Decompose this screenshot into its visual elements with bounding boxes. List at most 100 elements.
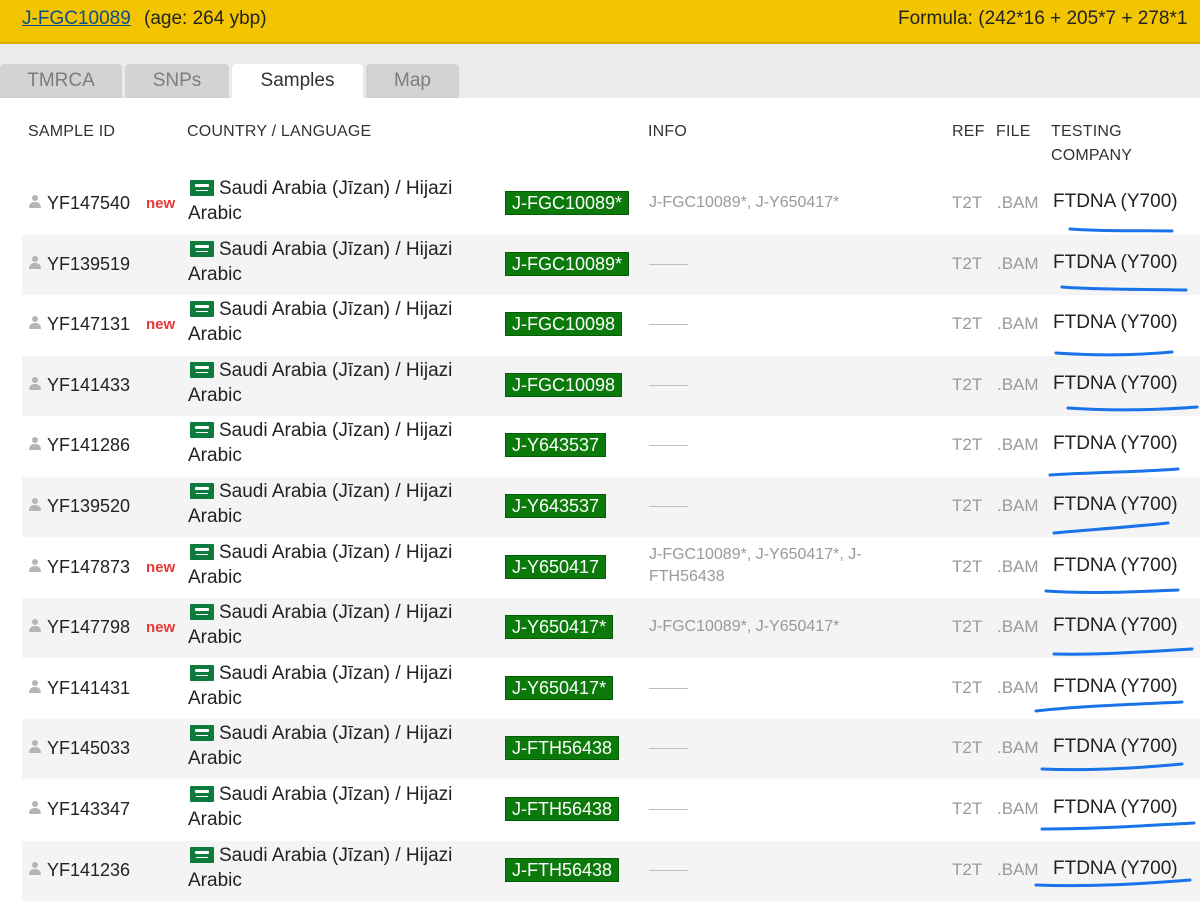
file-type[interactable]: .BAM [997,496,1039,516]
file-type[interactable]: .BAM [997,617,1039,637]
tab-samples[interactable]: Samples [232,64,363,98]
person-icon [28,679,42,694]
snp-badge[interactable]: J-FGC10089* [505,191,630,215]
testing-company: FTDNA (Y700) [1053,372,1178,394]
snp-badge[interactable]: J-FTH56438 [505,736,620,761]
table-row[interactable]: YF145033 Saudi Arabia (Jīzan) / Hijazi Ara… [22,719,1200,780]
reference-genome: T2T [952,617,983,637]
table-row[interactable]: YF141286 Saudi Arabia (Jīzan) / Hijazi Ara… [22,416,1200,477]
sample-id[interactable]: YF141431 [47,678,130,699]
new-badge: new [146,195,176,212]
saudi-arabia-flag-icon [190,543,214,560]
header-sample-id[interactable]: SAMPLE ID [28,120,115,144]
snp-badge[interactable]: J-FGC10098 [505,312,623,337]
testing-company: FTDNA (Y700) [1053,251,1178,273]
file-type[interactable]: .BAM [997,435,1039,455]
testing-company: FTDNA (Y700) [1053,797,1178,818]
sample-id[interactable]: YF147873 [47,557,130,578]
country-region: Saudi Arabia (Jīzan) / Hijazi [219,359,453,381]
sample-id[interactable]: YF145033 [47,738,130,759]
reference-genome: T2T [952,496,983,515]
age-formula: Formula: (242*16 + 205*7 + 278*1 [898,8,1188,29]
file-type[interactable]: .BAM [997,738,1039,758]
sample-id[interactable]: YF139520 [47,496,130,517]
table-row[interactable]: YF141236 Saudi Arabia (Jīzan) / Hijazi Ara… [22,840,1200,901]
table-row[interactable]: YF143347 Saudi Arabia (Jīzan) / Hijazi Ara… [22,780,1200,840]
country-region: Saudi Arabia (Jīzan) / Hijazi [219,299,453,321]
snp-badge[interactable]: J-FGC10098 [505,372,623,397]
info-text: J-FGC10089*, J-Y650417*, J-FTH56438 [649,545,862,585]
saudi-arabia-flag-icon [190,301,214,318]
language: Arabic [188,324,242,346]
person-icon [28,255,42,270]
table-row[interactable]: YF141433 Saudi Arabia (Jīzan) / Hijazi Ara… [22,355,1200,416]
country-region: Saudi Arabia (Jīzan) / Hijazi [219,420,453,442]
empty-info-dash [649,384,688,386]
person-icon [28,498,42,512]
new-badge: new [146,316,176,334]
tab-tmrca[interactable]: TMRCA [0,64,122,98]
sample-id[interactable]: YF147540 [47,193,130,214]
file-type[interactable]: .BAM [997,678,1039,698]
sample-id[interactable]: YF143347 [47,799,130,820]
file-type[interactable]: .BAM [997,314,1039,334]
testing-company: FTDNA (Y700) [1053,736,1178,758]
sample-id[interactable]: YF141236 [47,860,130,881]
saudi-arabia-flag-icon [190,422,214,439]
snp-badge[interactable]: J-Y643537 [505,494,607,518]
table-row[interactable]: YF147873 new Saudi Arabia (Jīzan) / Hijazi… [22,537,1200,598]
snp-badge[interactable]: J-Y650417* [505,675,614,700]
header-company-line2[interactable]: COMPANY [1051,144,1132,168]
empty-info-dash [649,809,688,810]
table-row[interactable]: YF147131 new Saudi Arabia (Jīzan) / Hijazi… [22,295,1200,356]
header-file: FILE [996,123,1031,140]
testing-company: FTDNA (Y700) [1053,312,1178,334]
table-row[interactable]: YF139519 Saudi Arabia (Jīzan) / Hijazi Ara… [22,234,1200,295]
haplogroup-link[interactable]: J-FGC10089 [22,8,131,30]
file-type[interactable]: .BAM [997,254,1039,274]
language: Arabic [188,203,242,224]
reference-genome: T2T [952,374,983,394]
snp-badge[interactable]: J-FTH56438 [505,797,620,821]
snp-badge[interactable]: J-FGC10089* [505,251,630,276]
saudi-arabia-flag-icon [190,483,214,499]
file-type[interactable]: .BAM [997,375,1039,395]
saudi-arabia-flag-icon [190,240,214,257]
snp-badge[interactable]: J-Y643537 [505,433,607,458]
header-ref: REF [952,123,985,140]
tab-map[interactable]: Map [366,64,459,98]
file-type[interactable]: .BAM [997,799,1039,819]
tab-snps[interactable]: SNPs [125,64,229,98]
language: Arabic [188,384,242,406]
saudi-arabia-flag-icon [190,725,214,742]
table-row[interactable]: YF139520 Saudi Arabia (Jīzan) / Hijazi Ara… [22,477,1200,537]
sample-id[interactable]: YF139519 [47,254,130,275]
sample-id[interactable]: YF141286 [47,435,130,456]
snp-badge[interactable]: J-Y650417 [505,554,607,579]
table-row[interactable]: YF147798 new Saudi Arabia (Jīzan) / Hijazi… [22,598,1200,659]
snp-badge[interactable]: J-FTH56438 [505,857,620,882]
saudi-arabia-flag-icon [190,786,214,802]
file-type[interactable]: .BAM [997,860,1039,880]
person-icon [28,437,42,451]
country-region: Saudi Arabia (Jīzan) / Hijazi [219,844,453,866]
header-country[interactable]: COUNTRY / LANGUAGE [187,120,371,144]
sample-id[interactable]: YF141433 [47,375,130,396]
snp-badge[interactable]: J-Y650417* [505,615,614,640]
reference-genome: T2T [952,253,983,273]
testing-company: FTDNA (Y700) [1053,615,1178,637]
sample-id[interactable]: YF147798 [47,617,130,638]
table-header: SAMPLE ID COUNTRY / LANGUAGE INFO REF FI… [0,98,1200,173]
language: Arabic [188,687,242,709]
reference-genome: T2T [952,193,983,212]
table-row[interactable]: YF141431 Saudi Arabia (Jīzan) / Hijazi Ara… [22,658,1200,719]
table-row[interactable]: YF147540 new Saudi Arabia (Jīzan) / Hijazi… [22,174,1200,234]
sample-id[interactable]: YF147131 [47,314,130,335]
language: Arabic [188,869,242,891]
testing-company: FTDNA (Y700) [1053,433,1178,455]
file-type[interactable]: .BAM [997,193,1039,213]
file-type[interactable]: .BAM [997,557,1039,577]
person-icon [28,376,42,391]
header-company-line1[interactable]: TESTING [1051,120,1122,144]
person-icon [28,861,42,876]
